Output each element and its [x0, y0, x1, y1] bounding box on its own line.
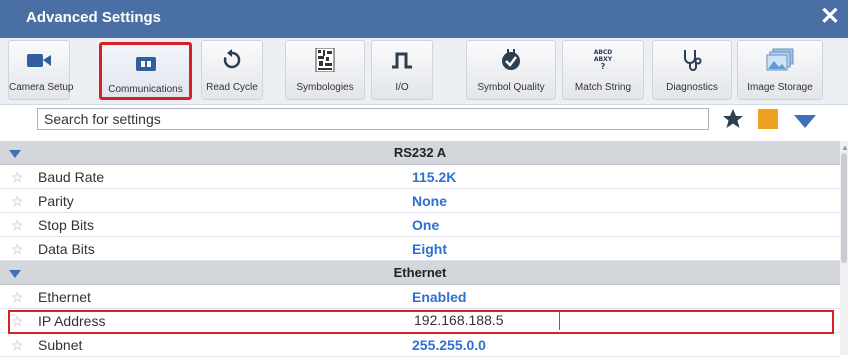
vertical-scrollbar[interactable]: ▲ [840, 141, 848, 355]
toolbar-io-button[interactable]: I/O [371, 40, 433, 100]
svg-text:?: ? [601, 62, 606, 71]
dropdown-triangle-icon[interactable] [794, 115, 816, 134]
setting-row-stop-bits[interactable]: ☆ Stop Bits One [0, 213, 840, 237]
setting-value[interactable]: 255.255.0.0 [412, 337, 486, 353]
toolbar-item-label: I/O [395, 82, 409, 93]
setting-name: Data Bits [38, 241, 95, 257]
setting-name: Baud Rate [38, 169, 105, 185]
toolbar-diagnostics-button[interactable]: Diagnostics [652, 40, 732, 100]
ip-address-row-highlight [8, 310, 834, 334]
setting-name: Parity [38, 193, 74, 209]
network-port-icon [102, 51, 189, 77]
pulse-signal-icon [372, 47, 432, 73]
setting-value[interactable]: One [412, 217, 439, 233]
match-string-icon: ABCD ABXY? [563, 47, 643, 73]
orange-square-icon[interactable] [758, 109, 778, 134]
window-titlebar: Advanced Settings ✕ [0, 0, 848, 38]
image-stack-icon [738, 47, 822, 73]
setting-row-subnet[interactable]: ☆ Subnet 255.255.0.0 [0, 333, 840, 357]
setting-name: Stop Bits [38, 217, 95, 233]
favorites-star-icon[interactable] [722, 108, 744, 135]
setting-value[interactable]: 115.2K [412, 169, 456, 185]
barcode-icon [286, 47, 364, 73]
toolbar-item-label: Match String [574, 82, 632, 93]
toolbar-symbologies-button[interactable]: Symbologies [285, 40, 365, 100]
favorite-star-icon[interactable]: ☆ [11, 217, 24, 233]
toolbar-item-label: Image Storage [747, 82, 813, 93]
section-header-rs232a[interactable]: RS232 A [0, 141, 840, 165]
settings-toolbar: Camera Setup Communications Read Cycle S… [0, 38, 848, 105]
toolbar-read-cycle-button[interactable]: Read Cycle [201, 40, 263, 100]
toolbar-item-label: Communications [108, 84, 183, 95]
setting-name: Subnet [38, 337, 83, 353]
setting-row-parity[interactable]: ☆ Parity None [0, 189, 840, 213]
refresh-cycle-icon [202, 47, 262, 73]
favorite-star-icon[interactable]: ☆ [11, 169, 24, 185]
favorite-star-icon[interactable]: ☆ [11, 241, 24, 257]
scroll-up-icon[interactable]: ▲ [841, 143, 848, 152]
toolbar-communications-button[interactable]: Communications [99, 42, 192, 100]
toolbar-item-label: Symbol Quality [477, 82, 545, 93]
toolbar-item-label: Symbologies [296, 82, 354, 93]
toolbar-match-string-button[interactable]: ABCD ABXY? Match String [562, 40, 644, 100]
toolbar-image-storage-button[interactable]: Image Storage [737, 40, 823, 100]
search-input[interactable] [37, 108, 709, 130]
favorite-star-icon[interactable]: ☆ [11, 337, 24, 353]
setting-row-data-bits[interactable]: ☆ Data Bits Eight [0, 237, 840, 261]
window-title: Advanced Settings [26, 9, 162, 26]
toolbar-camera-setup-button[interactable]: Camera Setup [8, 40, 74, 100]
favorite-star-icon[interactable]: ☆ [11, 193, 24, 209]
scrollbar-thumb[interactable] [841, 153, 847, 263]
close-icon[interactable]: ✕ [820, 4, 840, 30]
search-bar [0, 105, 848, 141]
toolbar-item-label: Diagnostics [666, 82, 718, 93]
setting-value[interactable]: Eight [412, 241, 447, 257]
section-header-ethernet[interactable]: Ethernet [0, 261, 840, 285]
section-title: Ethernet [393, 265, 447, 280]
toolbar-symbol-quality-button[interactable]: Symbol Quality [466, 40, 556, 100]
setting-value[interactable]: None [412, 193, 447, 209]
toolbar-item-label: Camera Setup [9, 82, 74, 93]
toolbar-item-label: Read Cycle [206, 82, 258, 93]
setting-row-baud-rate[interactable]: ☆ Baud Rate 115.2K [0, 165, 840, 189]
section-title: RS232 A [393, 145, 447, 160]
favorite-star-icon[interactable]: ☆ [11, 289, 24, 305]
setting-name: Ethernet [38, 289, 91, 305]
setting-row-ethernet[interactable]: ☆ Ethernet Enabled [0, 285, 840, 309]
setting-value[interactable]: Enabled [412, 289, 466, 305]
stethoscope-icon [653, 47, 731, 73]
quality-badge-icon [467, 47, 555, 73]
svg-text:ABCD: ABCD [594, 49, 613, 56]
video-camera-icon [9, 47, 69, 73]
